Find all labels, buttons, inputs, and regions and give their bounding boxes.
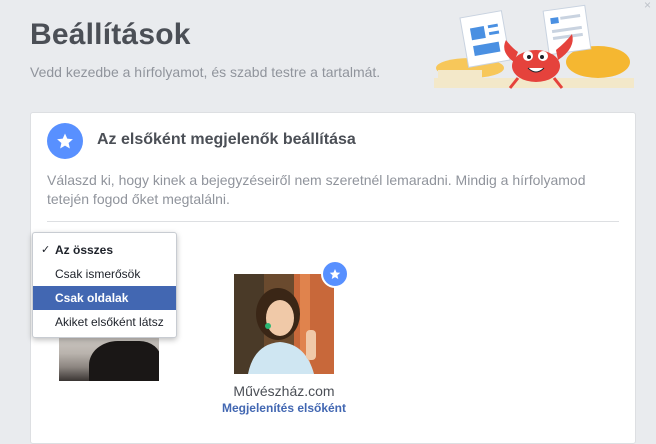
menu-item-friends-only[interactable]: Csak ismerősök (33, 262, 176, 286)
star-icon (47, 123, 83, 159)
check-icon: ✓ (41, 244, 51, 256)
page-name[interactable]: Művészház.com (201, 383, 367, 399)
profile-photo[interactable] (59, 335, 159, 381)
section-description: Válaszd ki, hogy kinek a bejegyzéseiről … (47, 172, 586, 207)
menu-item-all[interactable]: ✓ Az összes (33, 238, 176, 262)
menu-item-label: Az összes (55, 243, 114, 257)
star-icon (329, 269, 341, 279)
header-illustration (430, 0, 640, 100)
page-subtitle: Vedd kezedbe a hírfolyamot, és szabd tes… (30, 64, 381, 80)
divider (47, 221, 619, 222)
menu-item-see-first[interactable]: Akiket elsőként látsz (33, 310, 176, 334)
close-icon[interactable]: × (644, 0, 654, 11)
filter-dropdown-menu: ✓ Az összes Csak ismerősök Csak oldalak … (32, 232, 177, 338)
menu-item-label: Csak ismerősök (55, 267, 141, 281)
page-profile-photo[interactable] (234, 274, 334, 374)
photo-figure (89, 341, 159, 381)
section-title: Az elsőként megjelenők beállítása (97, 131, 356, 148)
menu-item-label: Csak oldalak (55, 291, 129, 305)
menu-item-pages-only[interactable]: Csak oldalak (33, 286, 176, 310)
see-first-link[interactable]: Megjelenítés elsőként (201, 401, 367, 415)
menu-item-label: Akiket elsőként látsz (55, 315, 164, 329)
see-first-star-badge (321, 260, 349, 288)
page-title: Beállítások (30, 18, 191, 51)
